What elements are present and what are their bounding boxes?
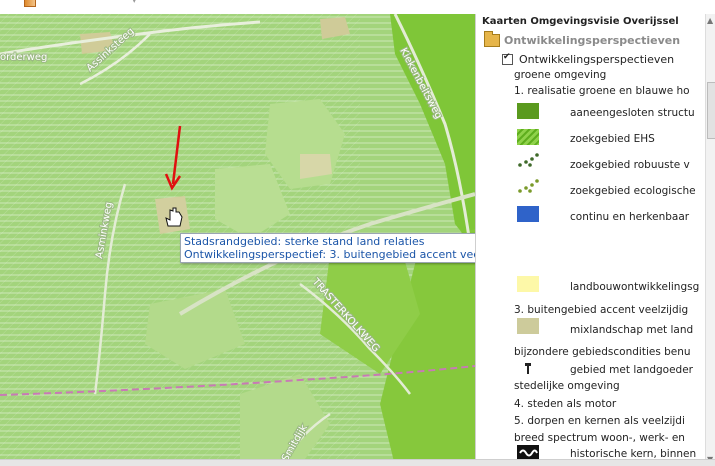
legend-title: Kaarten Omgevingsvisie Overijssel — [482, 16, 679, 27]
legend-item-3: 3. buitengebied accent veelzijdig — [514, 304, 689, 316]
toolbar-icon[interactable] — [24, 0, 36, 7]
legend-item-4: 4. steden als motor — [514, 398, 617, 410]
label-landgoederen: gebied met landgoeder — [570, 364, 693, 376]
legend-panel: Kaarten Omgevingsvisie Overijssel Ontwik… — [475, 14, 715, 466]
road-label-orderweg: orderweg — [0, 52, 47, 63]
label-continu: continu en herkenbaar — [570, 211, 690, 223]
label-zoekgebied-ehs: zoekgebied EHS — [570, 133, 655, 145]
top-toolbar-strip: ▾ — [0, 0, 715, 14]
legend-item-1: 1. realisatie groene en blauwe ho — [514, 85, 690, 97]
label-zoekgebied-robuuste: zoekgebied robuuste v — [570, 159, 690, 171]
label-zoekgebied-ecologische: zoekgebied ecologische — [570, 185, 696, 197]
legend-breed: breed spectrum woon-, werk- en — [514, 432, 685, 444]
landgoed-icon — [525, 363, 531, 374]
layer-label: Ontwikkelingsperspectieven — [519, 52, 675, 66]
layer-checkbox[interactable] — [502, 52, 513, 65]
label-landbouw: landbouwontwikkelingsg — [570, 281, 700, 293]
swatch-landbouw — [517, 276, 539, 292]
legend-stedelijke: stedelijke omgeving — [514, 380, 620, 392]
legend-subhead-groene-omgeving: groene omgeving — [514, 69, 607, 81]
folder-icon — [484, 30, 500, 47]
scrollbar-thumb[interactable] — [707, 82, 715, 139]
legend-scrollbar[interactable]: ▲ ▼ — [705, 14, 715, 466]
layer-toggle-row[interactable]: Ontwikkelingsperspectieven — [502, 52, 674, 66]
label-mixlandschap: mixlandschap met land — [570, 324, 694, 336]
legend-item-5: 5. dorpen en kernen als veelzijdi — [514, 415, 685, 427]
swatch-continu — [517, 206, 539, 222]
dots-robuuste-icon — [518, 153, 539, 167]
legend-group-ontwikkelingsperspectieven[interactable]: Ontwikkelingsperspectieven — [484, 30, 681, 48]
legend-bijzondere: bijzondere gebiedscondities benu — [514, 346, 691, 358]
swatch-mixlandschap — [517, 318, 539, 334]
scroll-up-icon[interactable]: ▲ — [707, 16, 713, 25]
group-label: Ontwikkelingsperspectieven — [504, 33, 681, 47]
swatch-zoekgebied-ehs — [517, 129, 539, 145]
dots-ecologische-icon — [518, 179, 539, 193]
label-aaneengesloten: aaneengesloten structu — [570, 107, 695, 119]
dropdown-arrow-icon[interactable]: ▾ — [132, 0, 137, 6]
swatch-aaneengesloten — [517, 103, 539, 119]
horizontal-scrollbar[interactable] — [0, 459, 715, 466]
